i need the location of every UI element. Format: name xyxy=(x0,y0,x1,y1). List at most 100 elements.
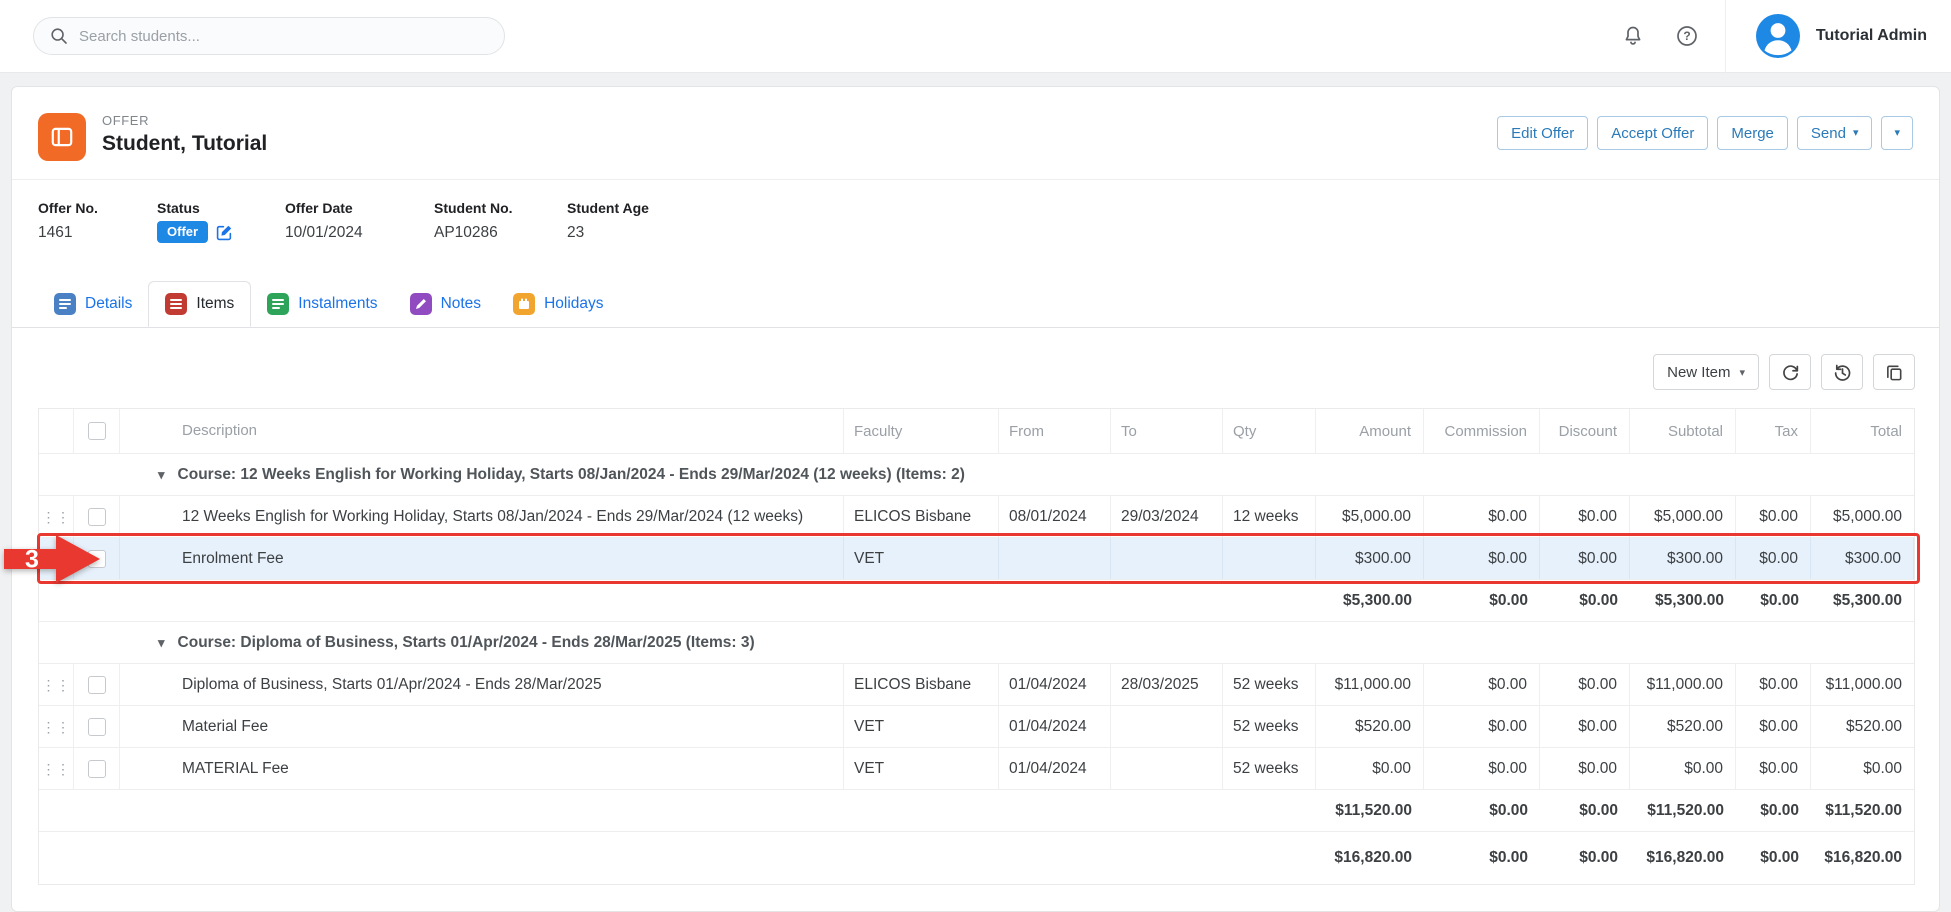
notifications-button[interactable] xyxy=(1621,24,1645,48)
avatar xyxy=(1754,12,1802,60)
grand-total-total: $16,820.00 xyxy=(1811,832,1914,884)
help-icon: ? xyxy=(1675,24,1699,48)
history-icon xyxy=(1833,363,1852,382)
collapse-caret-icon[interactable]: ▾ xyxy=(158,467,165,483)
description-cell: Material Fee xyxy=(120,706,844,747)
duplicate-button[interactable] xyxy=(1873,354,1915,390)
subtotal-cell: $0.00 xyxy=(1630,748,1736,789)
grand-discount-total: $0.00 xyxy=(1540,832,1630,884)
bell-icon xyxy=(1621,24,1645,48)
description-cell: 12 Weeks English for Working Holiday, St… xyxy=(120,496,844,537)
from-cell: 01/04/2024 xyxy=(999,748,1111,789)
svg-text:?: ? xyxy=(1683,29,1690,43)
drag-handle-icon[interactable]: ⋮⋮ xyxy=(42,720,71,734)
items-toolbar: New Item▾ xyxy=(38,354,1915,390)
header-actions: Edit Offer Accept Offer Merge Send▾ ▾ xyxy=(1497,113,1913,150)
item-row[interactable]: ⋮⋮Enrolment FeeVET$300.00$0.00$0.00$300.… xyxy=(39,538,1914,580)
faculty-cell: VET xyxy=(844,538,999,579)
new-item-button[interactable]: New Item▾ xyxy=(1653,354,1759,390)
search-icon xyxy=(50,27,68,45)
total-cell: $520.00 xyxy=(1811,706,1914,747)
instalments-icon xyxy=(267,293,289,315)
amount-cell: $0.00 xyxy=(1316,748,1424,789)
to-cell: 29/03/2024 xyxy=(1111,496,1223,537)
collapse-caret-icon[interactable]: ▾ xyxy=(158,635,165,651)
group-commission-total: $0.00 xyxy=(1424,790,1540,831)
amount-cell: $520.00 xyxy=(1316,706,1424,747)
row-checkbox[interactable] xyxy=(88,760,106,778)
help-button[interactable]: ? xyxy=(1675,24,1699,48)
to-cell xyxy=(1111,538,1223,579)
drag-handle-icon[interactable]: ⋮⋮ xyxy=(42,762,71,776)
row-checkbox[interactable] xyxy=(88,508,106,526)
drag-column-header xyxy=(39,409,74,453)
group-subtotal-total: $5,300.00 xyxy=(1630,580,1736,621)
tax-cell: $0.00 xyxy=(1736,538,1811,579)
row-checkbox[interactable] xyxy=(88,718,106,736)
drag-handle-icon[interactable]: ⋮⋮ xyxy=(42,552,71,566)
grand-amount-total: $16,820.00 xyxy=(1316,832,1424,884)
column-header-from: From xyxy=(999,409,1111,453)
row-checkbox[interactable] xyxy=(88,676,106,694)
commission-cell: $0.00 xyxy=(1424,538,1540,579)
tab-notes[interactable]: Notes xyxy=(394,281,498,327)
amount-cell: $300.00 xyxy=(1316,538,1424,579)
chevron-down-icon: ▾ xyxy=(1739,366,1745,379)
accept-offer-button[interactable]: Accept Offer xyxy=(1597,116,1708,150)
faculty-cell: ELICOS Bisbane xyxy=(844,664,999,705)
group-title: Course: 12 Weeks English for Working Hol… xyxy=(178,466,965,484)
qty-cell: 12 weeks xyxy=(1223,496,1316,537)
info-student-age-label: Student Age xyxy=(567,200,649,216)
edit-offer-button[interactable]: Edit Offer xyxy=(1497,116,1588,150)
record-type-label: OFFER xyxy=(102,113,267,128)
offer-card: OFFER Student, Tutorial Edit Offer Accep… xyxy=(11,86,1940,912)
tab-details[interactable]: Details xyxy=(38,281,148,327)
student-no-link[interactable]: AP10286 xyxy=(434,224,567,242)
chevron-down-icon: ▾ xyxy=(1853,128,1859,139)
select-all-checkbox[interactable] xyxy=(88,422,106,440)
history-button[interactable] xyxy=(1821,354,1863,390)
page-title: Student, Tutorial xyxy=(102,132,267,156)
tab-label: Holidays xyxy=(544,295,603,313)
tab-holidays[interactable]: Holidays xyxy=(497,281,619,327)
item-row[interactable]: ⋮⋮Diploma of Business, Starts 01/Apr/202… xyxy=(39,664,1914,706)
item-row[interactable]: ⋮⋮Material FeeVET01/04/202452 weeks$520.… xyxy=(39,706,1914,748)
tax-cell: $0.00 xyxy=(1736,748,1811,789)
refresh-icon xyxy=(1781,363,1800,382)
item-row[interactable]: ⋮⋮MATERIAL FeeVET01/04/202452 weeks$0.00… xyxy=(39,748,1914,790)
merge-button[interactable]: Merge xyxy=(1717,116,1788,150)
drag-handle-icon[interactable]: ⋮⋮ xyxy=(42,510,71,524)
group-subtotal-row: $11,520.00$0.00$0.00$11,520.00$0.00$11,5… xyxy=(39,790,1914,832)
discount-cell: $0.00 xyxy=(1540,496,1630,537)
more-actions-button[interactable]: ▾ xyxy=(1881,116,1913,150)
user-name: Tutorial Admin xyxy=(1816,27,1927,45)
edit-status-icon[interactable] xyxy=(216,224,233,241)
item-row[interactable]: ⋮⋮ 12 Weeks English for Working Holiday, … xyxy=(39,496,1914,538)
group-title: Course: Diploma of Business, Starts 01/A… xyxy=(178,634,755,652)
info-student-age: Student Age 23 xyxy=(567,200,649,243)
info-offer-no-value: 1461 xyxy=(38,224,157,242)
checkbox-cell xyxy=(74,706,120,747)
user-menu[interactable]: Tutorial Admin xyxy=(1726,12,1951,60)
tab-instalments[interactable]: Instalments xyxy=(251,281,393,327)
row-checkbox[interactable] xyxy=(88,550,106,568)
svg-text:3: 3 xyxy=(25,545,39,573)
discount-cell: $0.00 xyxy=(1540,706,1630,747)
grand-commission-total: $0.00 xyxy=(1424,832,1540,884)
discount-cell: $0.00 xyxy=(1540,748,1630,789)
refresh-button[interactable] xyxy=(1769,354,1811,390)
search-input[interactable] xyxy=(79,28,488,45)
drag-cell: ⋮⋮ xyxy=(39,538,74,579)
send-button[interactable]: Send▾ xyxy=(1797,116,1873,150)
info-student-no-label: Student No. xyxy=(434,200,567,216)
to-cell xyxy=(1111,706,1223,747)
discount-cell: $0.00 xyxy=(1540,664,1630,705)
tab-bar: DetailsItemsInstalments Notes Holidays xyxy=(12,265,1939,328)
drag-handle-icon[interactable]: ⋮⋮ xyxy=(42,678,71,692)
tab-label: Notes xyxy=(441,295,482,313)
tab-content: New Item▾ DescriptionFacultyFromToQtyAmo… xyxy=(12,354,1939,885)
topbar: ? Tutorial Admin xyxy=(0,0,1951,73)
tab-items[interactable]: Items xyxy=(148,281,251,327)
search-input-wrap[interactable] xyxy=(33,17,505,55)
grand-total-row: $16,820.00$0.00$0.00$16,820.00$0.00$16,8… xyxy=(39,832,1914,884)
